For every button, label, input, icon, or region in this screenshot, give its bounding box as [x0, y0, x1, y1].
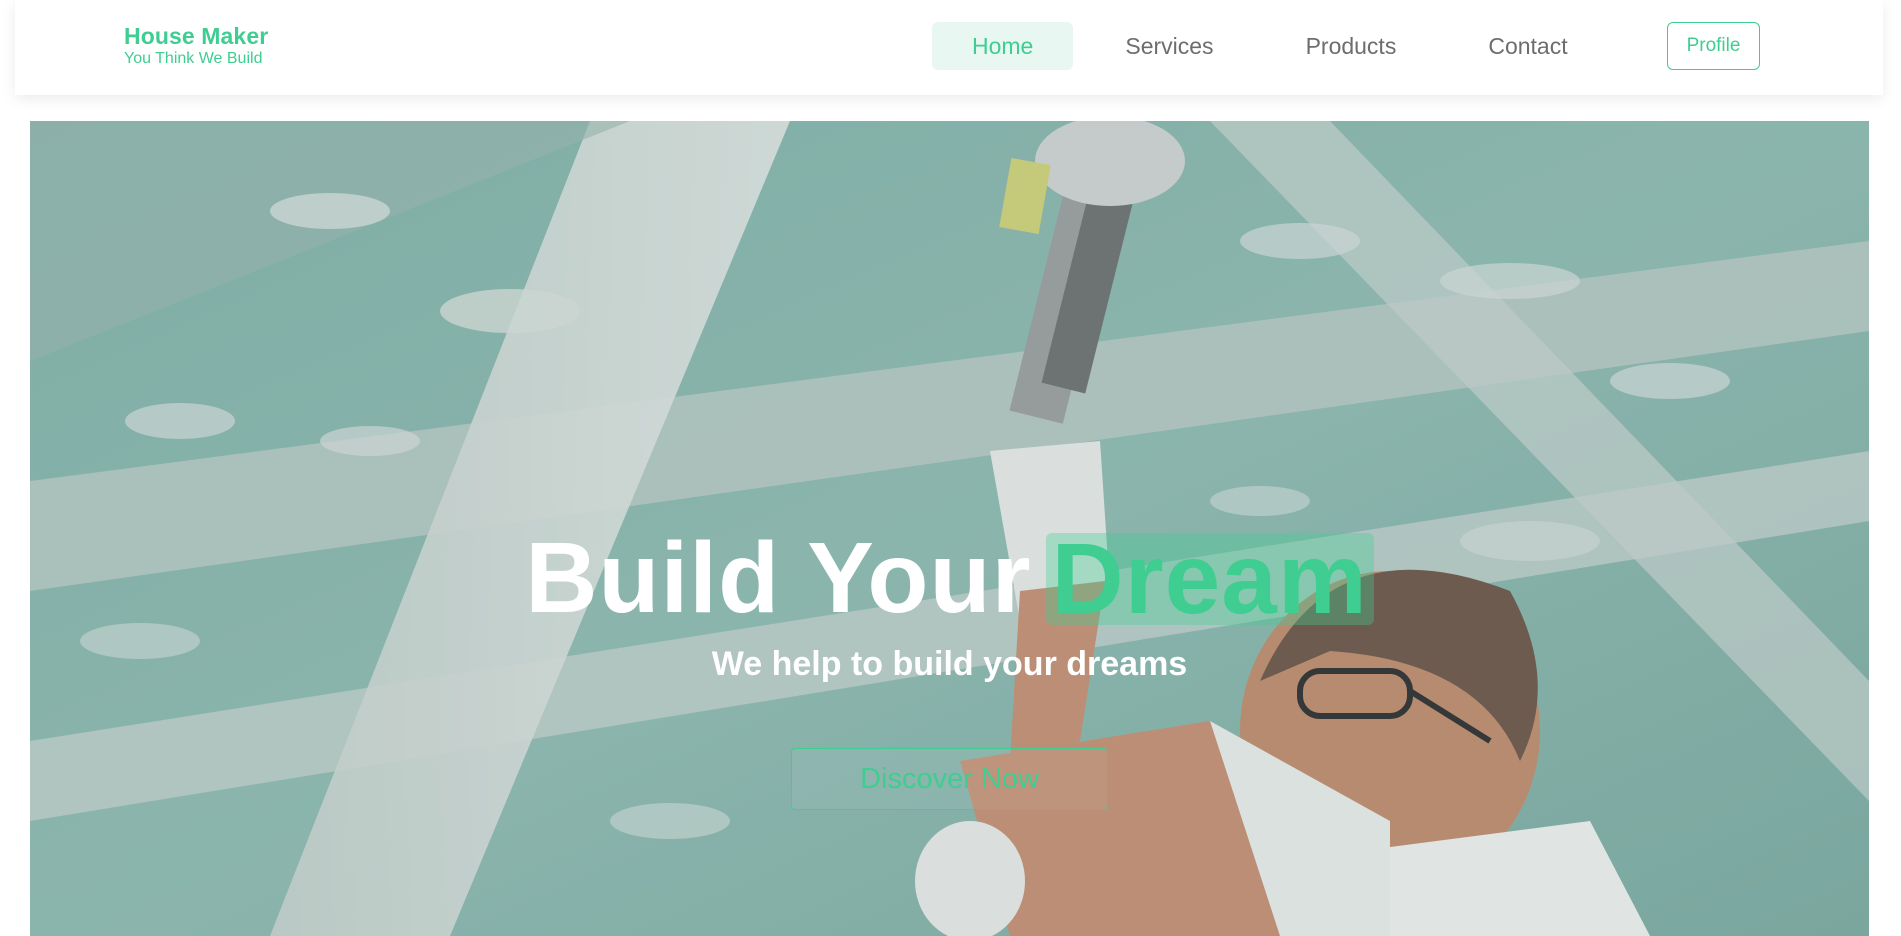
profile-button[interactable]: Profile — [1667, 22, 1760, 70]
brand-name: House Maker — [124, 23, 269, 49]
hero-headline: Build Your Dream — [30, 521, 1869, 636]
nav-item-home[interactable]: Home — [932, 22, 1074, 70]
headline-main: Build Your — [525, 522, 1032, 634]
brand-tagline: You Think We Build — [124, 50, 263, 67]
hero-subheadline: We help to build your dreams — [711, 645, 1188, 683]
headline-accent: Dream — [1045, 529, 1374, 629]
navbar: House Maker You Think We Build Home Serv… — [15, 0, 1883, 95]
nav-item-contact[interactable]: Contact — [1448, 22, 1607, 70]
nav-item-services[interactable]: Services — [1085, 22, 1253, 70]
brand-logo[interactable]: House Maker You Think We Build — [124, 22, 268, 68]
discover-now-button[interactable]: Discover Now — [791, 748, 1108, 810]
main-nav: Home Services Products Contact — [932, 22, 1620, 70]
nav-item-products[interactable]: Products — [1266, 22, 1437, 70]
hero-section: Build Your Dream We help to build your d… — [30, 121, 1869, 936]
